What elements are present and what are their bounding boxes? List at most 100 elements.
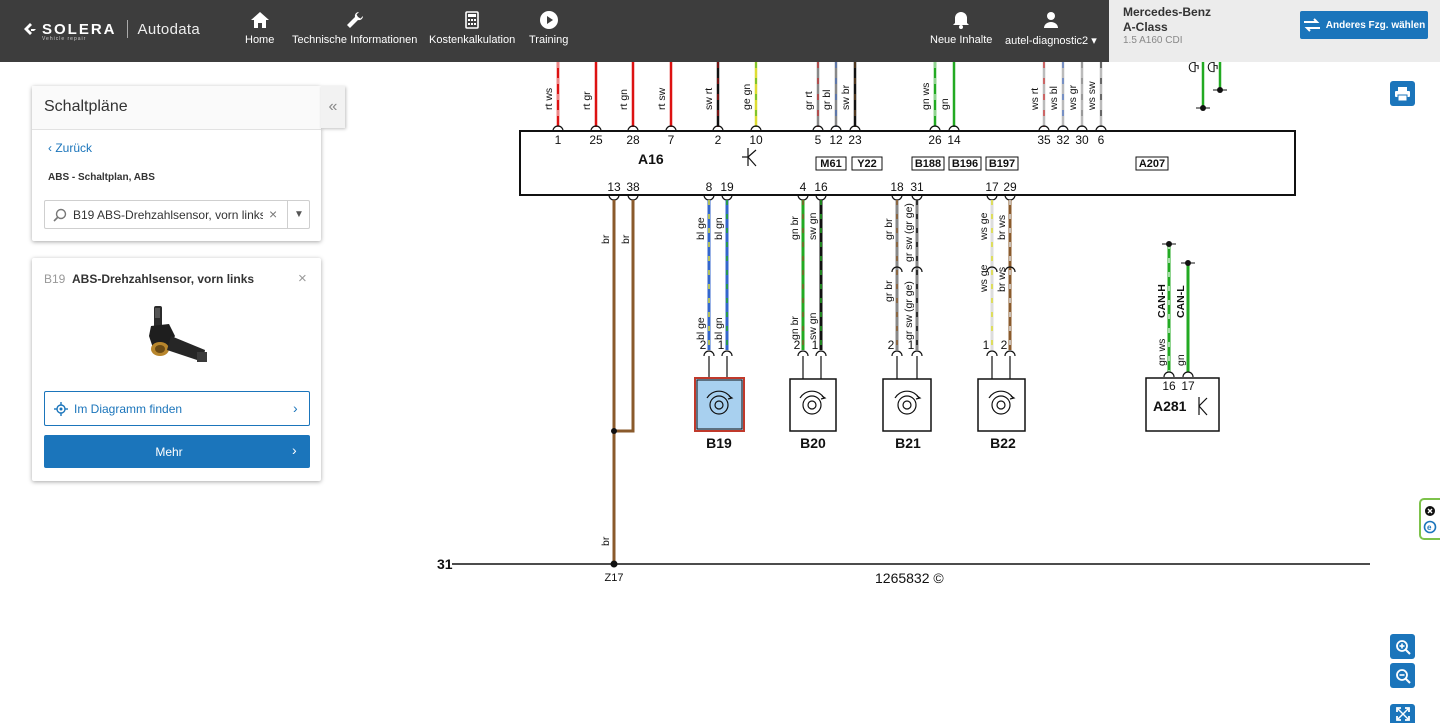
- zoom-in-icon: [1395, 639, 1411, 655]
- close-icon[interactable]: ×: [298, 270, 307, 287]
- pin-number: 14: [947, 133, 961, 147]
- vehicle-info: Mercedes-Benz A-Class 1.5 A160 CDI Ander…: [1109, 0, 1440, 62]
- transistor-symbol: [742, 148, 757, 167]
- more-button[interactable]: Mehr ›: [44, 435, 310, 468]
- wire-label: gr bl: [821, 90, 833, 110]
- pin-number: 2: [1001, 338, 1008, 352]
- clear-icon[interactable]: ×: [269, 206, 277, 222]
- can-labels: CAN-H CAN-L gn ws gn: [1156, 284, 1187, 366]
- find-in-diagram-button[interactable]: Im Diagramm finden ›: [44, 391, 310, 426]
- pin-number: 1: [983, 338, 990, 352]
- wire-label: br ws: [996, 215, 1008, 240]
- change-vehicle-button[interactable]: Anderes Fzg. wählen: [1300, 11, 1428, 39]
- zoom-out-icon: [1395, 668, 1411, 684]
- component-name: ABS-Drehzahlsensor, vorn links: [72, 272, 255, 286]
- chevron-right-icon: ›: [292, 442, 297, 458]
- nav-label: Training: [529, 34, 569, 46]
- module-a281[interactable]: 16 17 A281: [1145, 377, 1220, 432]
- pin-number: 2: [715, 133, 722, 147]
- home-icon: [250, 12, 269, 28]
- chevron-left-icon: ‹: [48, 141, 52, 155]
- back-link[interactable]: ‹ Zurück: [48, 141, 92, 155]
- pin-number: 17: [985, 180, 999, 194]
- zoom-out-button[interactable]: [1390, 663, 1415, 688]
- pin-number: 31: [910, 180, 924, 194]
- logo-divider: [126, 20, 128, 38]
- nav-home[interactable]: Home: [245, 10, 274, 46]
- abs-sensor-image: [149, 306, 207, 362]
- wire-label: ws rt: [1029, 88, 1041, 111]
- print-button[interactable]: [1390, 81, 1415, 106]
- pin-number: 1: [908, 338, 915, 352]
- zoom-in-button[interactable]: [1390, 634, 1415, 659]
- diagram-id: 1265832 ©: [875, 570, 944, 586]
- module-tag: B188: [915, 158, 941, 170]
- wire-label: br: [600, 536, 612, 546]
- ground-wire-labels: br br br: [600, 234, 632, 546]
- nav-label: Home: [245, 34, 275, 46]
- nav-new-content[interactable]: Neue Inhalte: [930, 10, 992, 46]
- sensor-label: B21: [895, 435, 921, 451]
- bell-icon: [953, 12, 970, 29]
- side-widget-tab[interactable]: e: [1419, 498, 1440, 540]
- pin-number: 35: [1037, 133, 1051, 147]
- collapse-panel-button[interactable]: «: [321, 86, 345, 128]
- chevron-down-icon[interactable]: ▼: [294, 209, 304, 220]
- pin-number: 23: [848, 133, 862, 147]
- module-tag: B197: [989, 158, 1015, 170]
- nav-cost-calculation[interactable]: Kostenkalkulation: [429, 10, 515, 46]
- pin-number: 2: [888, 338, 895, 352]
- module-tag: M61: [820, 158, 841, 170]
- vehicle-model: A-Class: [1123, 20, 1168, 34]
- wire-label: gr sw (gr ge): [903, 203, 915, 262]
- double-chevron-left-icon: «: [328, 98, 338, 115]
- pin-number: 4: [800, 180, 807, 194]
- nav-user-menu[interactable]: autel-diagnostic2 ▾: [1005, 10, 1097, 47]
- fullscreen-button[interactable]: [1390, 704, 1415, 723]
- module-label: A281: [1153, 398, 1187, 414]
- sensor-b22[interactable]: B22: [977, 378, 1026, 451]
- wire-label: rt gr: [581, 91, 593, 110]
- sensor-connector-terminals: [703, 350, 1016, 379]
- back-label: Zurück: [55, 141, 93, 155]
- wire-label: br ws: [996, 267, 1008, 292]
- nav-technical-info[interactable]: Technische Informationen: [292, 10, 417, 46]
- nav-training[interactable]: Training: [529, 10, 568, 46]
- wire-label: gr br: [883, 218, 895, 240]
- wire-label: sw rt: [703, 88, 715, 110]
- component-search[interactable]: × ▼: [44, 200, 310, 229]
- pin-number: 1: [555, 133, 562, 147]
- pin-number: 2: [794, 338, 801, 352]
- wire-label: gn br: [789, 316, 801, 340]
- brand-tagline: Vehicle repair: [42, 36, 87, 42]
- wire-label: gr rt: [803, 91, 815, 110]
- sensor-b20[interactable]: B20: [789, 378, 837, 451]
- pin-number: 1: [812, 338, 819, 352]
- wire-label: rt gn: [618, 89, 630, 110]
- pin-number: 16: [1162, 379, 1176, 393]
- component-detail-panel: B19 ABS-Drehzahlsensor, vorn links × Im …: [32, 258, 321, 481]
- pin-number: 16: [814, 180, 828, 194]
- wire-label: gn ws: [920, 83, 932, 110]
- pin-number: 17: [1181, 379, 1195, 393]
- pin-number: 12: [829, 133, 843, 147]
- sensor-b19[interactable]: B19: [694, 377, 745, 451]
- wire-label: gn br: [789, 216, 801, 240]
- wire-label: ws bl: [1048, 86, 1060, 111]
- wire-label: gn: [1175, 354, 1187, 366]
- search-input[interactable]: [73, 206, 263, 224]
- sensor-wire-labels-lower: bl ge bl gn gn br sw gn gr br gr sw (gr …: [695, 264, 1008, 340]
- transistor-symbol: [1198, 397, 1208, 416]
- sensor-wires: [707, 200, 1012, 350]
- solera-autodata-logo[interactable]: SOLERA Vehicle repair Autodata: [22, 20, 200, 42]
- find-label: Im Diagramm finden: [74, 402, 183, 416]
- wire-label: ge gn: [741, 84, 753, 110]
- svg-text:Ⴇ: Ⴇ: [1188, 62, 1199, 75]
- dropdown-divider: [287, 201, 288, 228]
- print-icon: [1395, 86, 1410, 101]
- top-wire-labels: rt ws rt gr rt gn rt sw sw rt ge gn gr r…: [543, 81, 1098, 111]
- nav-label: Technische Informationen: [292, 34, 418, 46]
- user-icon: [1043, 12, 1058, 28]
- sensor-b21[interactable]: B21: [882, 378, 932, 451]
- swap-arrows-icon: [1303, 18, 1320, 32]
